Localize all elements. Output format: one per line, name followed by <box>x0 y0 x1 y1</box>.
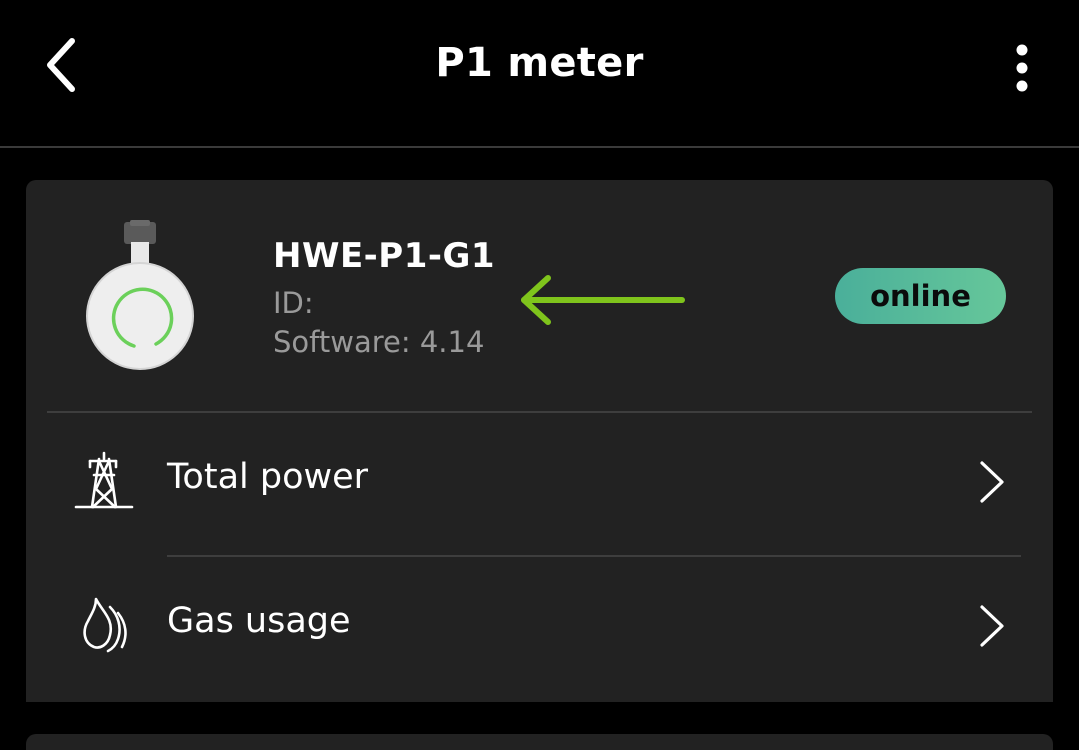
list-item-label: Gas usage <box>167 601 351 641</box>
top-app-bar: P1 meter <box>0 0 1079 148</box>
chevron-right-icon <box>980 605 1004 647</box>
more-options-button[interactable] <box>1000 36 1044 100</box>
device-id: ID: <box>273 286 314 320</box>
next-card <box>26 734 1053 750</box>
list-item-label: Total power <box>167 457 369 497</box>
device-software-version: Software: 4.14 <box>273 325 485 359</box>
power-pylon-icon <box>74 451 134 509</box>
chevron-right-icon <box>980 461 1004 503</box>
device-name: HWE-P1-G1 <box>273 236 496 276</box>
list-item-total-power[interactable]: Total power <box>26 413 1053 553</box>
more-vertical-icon <box>1016 44 1028 92</box>
p1-meter-dongle-icon <box>86 220 194 370</box>
device-card: HWE-P1-G1 ID: Software: 4.14 online Tota… <box>26 180 1053 702</box>
status-badge: online <box>835 268 1006 324</box>
annotation-arrow-icon <box>521 275 685 325</box>
list-item-gas-usage[interactable]: Gas usage <box>26 557 1053 697</box>
gas-flame-icon <box>83 597 127 653</box>
page-title: P1 meter <box>435 40 644 86</box>
app-screen: P1 meter HWE-P1-G1 ID: Software: 4.14 on… <box>0 0 1079 750</box>
